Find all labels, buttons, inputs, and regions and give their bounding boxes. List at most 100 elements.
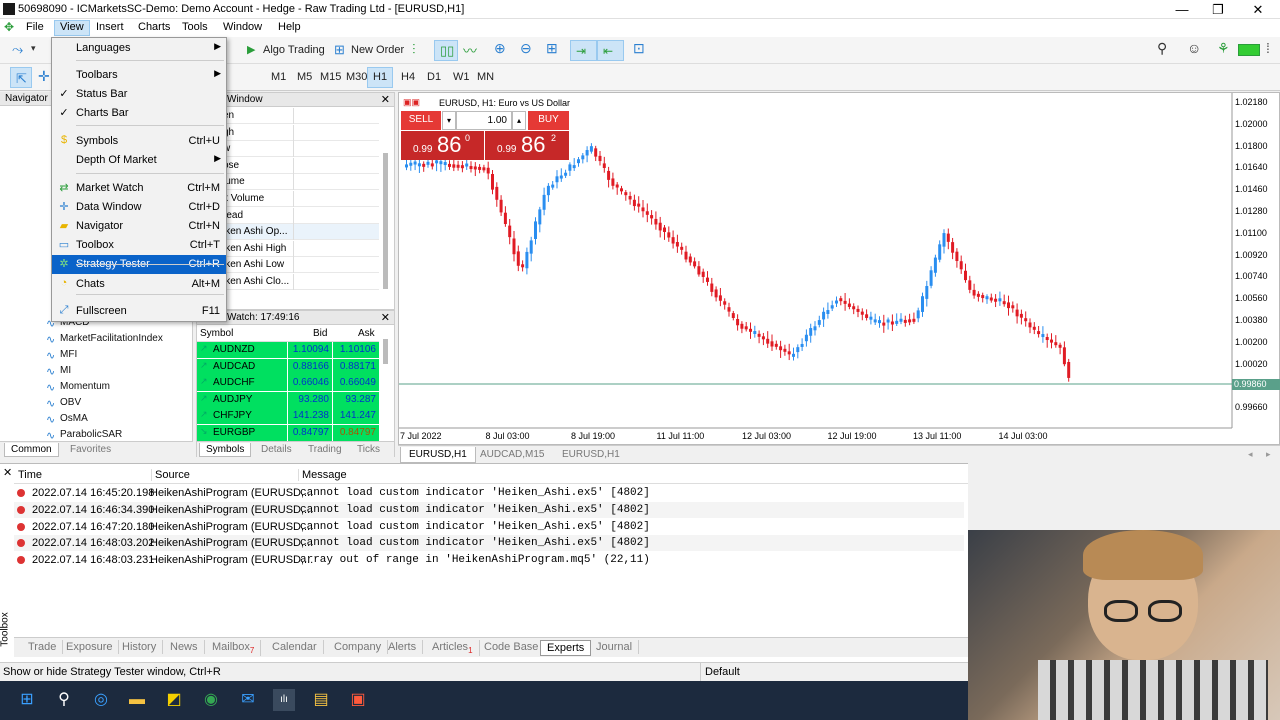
journal-row[interactable]: 2022.07.14 16:47:20.180 HeikenAshiProgram… [14, 519, 964, 535]
candlestick-icon[interactable]: ▯▯ [434, 40, 458, 61]
navigator-indicator-item[interactable]: OBV [46, 397, 81, 410]
grid-icon[interactable]: ⊞ [546, 40, 558, 57]
market-watch-row[interactable]: ↗ AUDJPY 93.280 93.287 [197, 391, 379, 408]
col-time[interactable]: Time [18, 469, 42, 481]
chevron-right-icon[interactable]: ▸ [1266, 449, 1271, 460]
menu-item-depth-of-market[interactable]: Depth Of Market ▶ [52, 151, 226, 170]
edge-browser-icon[interactable]: ◎ [90, 689, 112, 711]
toolbox-tab-exposure[interactable]: Exposure [60, 640, 120, 654]
lot-size-input[interactable]: 1.00 [456, 111, 512, 130]
menu-tools[interactable]: Tools [177, 21, 213, 33]
menu-file[interactable]: File [21, 21, 49, 33]
menu-item-symbols[interactable]: $ Symbols Ctrl+U [52, 132, 226, 151]
timeframe-h1[interactable]: H1 [367, 67, 394, 88]
line-chart-icon[interactable]: 〰 [463, 41, 477, 61]
toolbox-tab-company[interactable]: Company [328, 640, 389, 654]
data-window-scrollbar[interactable] [383, 153, 388, 289]
crosshair-icon[interactable]: ✛ [38, 68, 50, 85]
col-ask[interactable]: Ask [358, 328, 375, 339]
toolbox-tab-history[interactable]: History [116, 640, 164, 654]
zoom-out-icon[interactable]: ⊖ [520, 40, 532, 57]
toolbox-tab-journal[interactable]: Journal [590, 640, 640, 654]
toolbox-tab-experts[interactable]: Experts [540, 640, 592, 656]
algo-trading-button[interactable]: ▶ Algo Trading [240, 40, 331, 61]
toolbox-side-label[interactable]: Toolbox [0, 612, 11, 646]
menu-charts[interactable]: Charts [133, 21, 175, 33]
toolbox-tab-calendar[interactable]: Calendar [266, 640, 324, 654]
camtasia-icon[interactable]: ▣ [347, 689, 369, 711]
menu-item-languages[interactable]: Languages ▶ [52, 39, 226, 58]
search-icon[interactable]: ⚲ [53, 689, 75, 711]
close-icon[interactable]: ✕ [381, 311, 390, 324]
file-explorer-icon[interactable]: ▬ [126, 689, 148, 711]
search-icon[interactable]: ⚲ [1157, 40, 1167, 57]
toolbox-tab-trade[interactable]: Trade [22, 640, 64, 654]
close-icon[interactable]: ✕ [381, 93, 390, 106]
lot-decrease-icon[interactable]: ▾ [442, 111, 456, 130]
menu-item-status-bar[interactable]: ✓ Status Bar [52, 85, 226, 104]
zoom-in-icon[interactable]: ⊕ [494, 40, 506, 57]
col-symbol[interactable]: Symbol [200, 328, 233, 339]
col-source[interactable]: Source [151, 469, 190, 481]
col-bid[interactable]: Bid [313, 328, 327, 339]
chart-tab-audcad-m15[interactable]: AUDCAD,M15 [472, 447, 552, 462]
chevron-left-icon[interactable]: ◂ [1248, 449, 1253, 460]
toolbox-tab-news[interactable]: News [164, 640, 205, 654]
market-watch-row[interactable]: ↘ EURGBP 0.84797 0.84797 [197, 425, 379, 441]
sell-button[interactable]: SELL [401, 111, 441, 130]
menu-item-navigator[interactable]: ▰ Navigator Ctrl+N [52, 217, 226, 236]
market-watch-scrollbar[interactable] [383, 339, 388, 364]
menu-help[interactable]: Help [273, 21, 306, 33]
market-watch-row[interactable]: ↗ AUDNZD 1.10094 1.10106 [197, 342, 379, 358]
market-watch-row[interactable]: ↗ AUDCAD 0.88166 0.88171 [197, 358, 379, 375]
journal-row[interactable]: 2022.07.14 16:45:20.198 HeikenAshiProgram… [14, 485, 964, 501]
chart-tab-eurusd-h1-2[interactable]: EURUSD,H1 [554, 447, 628, 462]
navigator-indicator-item[interactable]: MarketFacilitationIndex [46, 333, 163, 346]
chart-type-icon[interactable]: ⤳ [12, 41, 23, 58]
sticky-notes-icon[interactable]: ◩ [163, 689, 185, 711]
menu-view[interactable]: View [54, 20, 90, 36]
chrome-icon[interactable]: ◉ [200, 689, 222, 711]
menu-item-market-watch[interactable]: ⇄ Market Watch Ctrl+M [52, 179, 226, 198]
chart-tab-eurusd-h1[interactable]: EURUSD,H1 [400, 447, 476, 463]
menu-item-charts-bar[interactable]: ✓ Charts Bar [52, 104, 226, 123]
chevron-down-icon[interactable]: ▾ [31, 43, 36, 54]
timeframe-m1[interactable]: M1 [265, 67, 292, 88]
windows-start-icon[interactable]: ⊞ [16, 689, 38, 711]
close-window-button[interactable]: ✕ [1248, 2, 1268, 18]
bar-chart-icon[interactable]: ⫶ [412, 41, 416, 58]
market-watch-row[interactable]: ↗ AUDCHF 0.66046 0.66049 [197, 375, 379, 392]
mail-icon[interactable]: ✉ [237, 689, 259, 711]
tab-symbols[interactable]: Symbols [199, 443, 252, 457]
timeframe-d1[interactable]: D1 [421, 67, 447, 88]
more-icon[interactable]: ⁞ [1266, 40, 1270, 56]
chart-shift-icon[interactable]: ⇤ [597, 40, 624, 61]
menu-item-toolbox[interactable]: ▭ Toolbox Ctrl+T [52, 236, 226, 255]
account-icon[interactable]: ☺ [1187, 40, 1201, 56]
tab-ticks[interactable]: Ticks [351, 443, 386, 456]
menu-item-data-window[interactable]: ✛ Data Window Ctrl+D [52, 198, 226, 217]
journal-row[interactable]: 2022.07.14 16:48:03.231 HeikenAshiProgram… [14, 552, 964, 568]
app-menu-icon[interactable]: ✥ [4, 20, 14, 34]
metatrader-icon[interactable]: ılı [273, 689, 295, 711]
navigator-indicator-item[interactable]: OsMA [46, 413, 88, 426]
timeframe-h4[interactable]: H4 [395, 67, 421, 88]
col-message[interactable]: Message [298, 469, 347, 481]
navigator-indicator-item[interactable]: Momentum [46, 381, 110, 394]
toolbox-tab-alerts[interactable]: Alerts [382, 640, 424, 654]
signal-icon[interactable]: ⚘ [1217, 40, 1230, 57]
autoscroll-icon[interactable]: ⇥ [570, 40, 597, 61]
tab-details[interactable]: Details [255, 443, 298, 456]
maximize-button[interactable]: ❐ [1208, 2, 1228, 18]
screenshot-icon[interactable]: ⊡ [633, 40, 645, 57]
journal-row[interactable]: 2022.07.14 16:48:03.202 HeikenAshiProgram… [14, 535, 964, 552]
journal-row[interactable]: 2022.07.14 16:46:34.390 HeikenAshiProgram… [14, 501, 964, 518]
toolbox-tab-code-base[interactable]: Code Base [478, 640, 546, 654]
buy-button[interactable]: BUY [528, 111, 569, 130]
buy-price[interactable]: 0.99 86 2 [485, 131, 569, 160]
minimize-button[interactable]: — [1172, 2, 1192, 17]
tab-favorites[interactable]: Favorites [64, 443, 117, 456]
tab-trading[interactable]: Trading [302, 443, 348, 456]
cursor-icon[interactable]: ⇱ [10, 67, 32, 88]
navigator-indicator-item[interactable]: ParabolicSAR [46, 429, 122, 442]
